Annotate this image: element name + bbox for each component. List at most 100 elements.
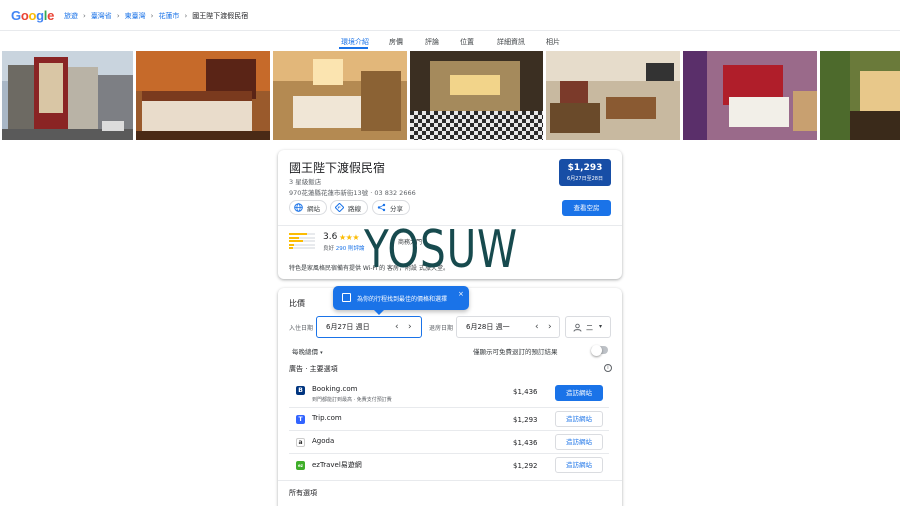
agoda-logo-icon: a <box>296 438 305 447</box>
chevron-right-icon: › <box>150 12 154 20</box>
person-icon <box>573 323 582 332</box>
tab-prices[interactable]: 房價 <box>389 37 403 47</box>
hotel-address: 970花蓮縣花蓮市新街13號 · 03 832 2666 <box>289 189 416 197</box>
share-button[interactable]: 分享 <box>372 200 410 215</box>
checkin-label: 入住日期 <box>289 325 314 332</box>
visit-site-button[interactable]: 造訪網站 <box>555 385 603 401</box>
breadcrumb-taiwan[interactable]: 臺灣省 <box>91 11 112 21</box>
rating-word: 良好 <box>323 246 335 252</box>
chevron-right-icon[interactable]: › <box>548 322 552 332</box>
check-rooms-button[interactable]: 查看空房 <box>562 200 611 216</box>
tab-reviews[interactable]: 評論 <box>425 37 439 47</box>
provider-price: $1,292 <box>513 462 538 470</box>
calendar-icon <box>342 293 351 302</box>
all-options-title: 所有選項 <box>289 489 317 497</box>
chevron-left-icon[interactable]: ‹ <box>535 322 539 332</box>
chevron-right-icon: › <box>83 12 86 20</box>
directions-label: 路線 <box>348 204 361 213</box>
trip-logo-icon: T <box>296 415 305 424</box>
guests-value: 二 <box>586 324 593 332</box>
photo-room-1[interactable] <box>136 51 270 140</box>
directions-button[interactable]: 路線 <box>330 200 368 215</box>
share-label: 分享 <box>390 204 403 213</box>
google-logo[interactable]: Google <box>11 8 54 23</box>
provider-price: $1,436 <box>513 388 538 396</box>
breadcrumb: 旅遊 › 臺灣省 › 東臺灣 › 花蓮市 › 國王陛下渡假民宿 <box>64 11 248 21</box>
info-icon[interactable]: i <box>604 364 612 372</box>
globe-icon <box>294 203 303 212</box>
photo-strip <box>0 51 900 140</box>
checkin-value: 6月27日 週日 <box>326 323 370 331</box>
tab-details[interactable]: 詳細資訊 <box>497 37 525 47</box>
watermark: YOSUW <box>364 220 518 280</box>
caret-down-icon: ▾ <box>320 350 323 356</box>
free-cancel-label: 僅顯示可免費退訂的預訂結果 <box>473 348 558 356</box>
website-label: 網站 <box>307 204 320 213</box>
tab-photos[interactable]: 相片 <box>546 37 560 47</box>
provider-row[interactable]: B Booking.com 到門都能訂到最高 · 免費支付預訂費 $1,436 … <box>289 380 609 406</box>
checkout-label: 退房日期 <box>429 325 454 332</box>
checkin-field[interactable]: 6月27日 週日 ‹ › <box>316 316 422 338</box>
visit-site-button[interactable]: 造訪網站 <box>555 434 603 450</box>
review-summary: 良好 290 則評論 <box>323 244 365 252</box>
directions-icon <box>335 203 344 212</box>
photo-room-2[interactable] <box>546 51 680 140</box>
caret-down-icon: ▾ <box>599 323 603 330</box>
hotel-tabs: 環境介紹 房價 評論 位置 詳細資訊 相片 <box>0 37 900 50</box>
breadcrumb-current: 國王陛下渡假民宿 <box>192 12 249 20</box>
price-badge[interactable]: $1,293 6月27日至28日 <box>559 159 611 186</box>
checkout-field[interactable]: 6月28日 週一 ‹ › <box>456 316 560 338</box>
breadcrumb-east-taiwan[interactable]: 東臺灣 <box>125 11 146 21</box>
hotel-class: 3 星級飯店 <box>289 178 322 186</box>
provider-row[interactable]: ez ezTravel易遊網 $1,292 造訪網站 <box>289 455 609 479</box>
tab-overview[interactable]: 環境介紹 <box>341 37 369 47</box>
checkout-value: 6月28日 週一 <box>466 323 510 331</box>
chevron-right-icon: › <box>184 12 188 20</box>
tab-location[interactable]: 位置 <box>460 37 474 47</box>
photo-exterior[interactable] <box>2 51 133 140</box>
booking-logo-icon: B <box>296 386 305 395</box>
star-icon: ★★★ <box>339 233 360 242</box>
price-tooltip: 為你的行程找到最佳的價格和選擇 × <box>333 286 469 315</box>
nightly-price-dropdown[interactable]: 每晚總價 ▾ <box>292 346 323 356</box>
ads-section-title: 廣告 · 主要選項 <box>289 365 338 373</box>
nightly-price-label: 每晚總價 <box>292 348 318 356</box>
provider-name: Agoda <box>312 437 335 445</box>
row-divider <box>289 453 609 454</box>
chevron-right-icon[interactable]: › <box>408 322 412 332</box>
close-icon[interactable]: × <box>458 290 464 298</box>
hotel-name: 國王陛下渡假民宿 <box>289 161 386 175</box>
top-bar: Google 旅遊 › 臺灣省 › 東臺灣 › 花蓮市 › 國王陛下渡假民宿 <box>0 0 900 31</box>
chevron-left-icon[interactable]: ‹ <box>395 322 399 332</box>
provider-name: Trip.com <box>312 414 342 422</box>
tooltip-arrow <box>374 310 384 315</box>
reviews-link[interactable]: 290 則評論 <box>336 246 365 252</box>
visit-site-button[interactable]: 造訪網站 <box>555 411 603 427</box>
website-button[interactable]: 網站 <box>289 200 327 215</box>
active-tab-indicator <box>339 47 368 49</box>
photo-bathroom[interactable] <box>273 51 407 140</box>
price-section-title: 比價 <box>289 299 305 308</box>
breadcrumb-travel[interactable]: 旅遊 <box>64 11 78 21</box>
price-dates: 6月27日至28日 <box>567 176 603 182</box>
photo-spa-room[interactable] <box>410 51 543 140</box>
provider-price: $1,436 <box>513 439 538 447</box>
row-divider <box>289 407 609 408</box>
row-divider <box>289 430 609 431</box>
price-value: $1,293 <box>567 163 603 173</box>
guests-select[interactable]: 二 ▾ <box>565 316 611 338</box>
free-cancel-toggle[interactable] <box>591 344 608 356</box>
provider-price: $1,293 <box>513 416 538 424</box>
photo-room-4[interactable] <box>820 51 900 140</box>
section-divider <box>278 480 622 481</box>
eztravel-logo-icon: ez <box>296 461 305 470</box>
breadcrumb-hualien[interactable]: 花蓮市 <box>158 11 179 21</box>
visit-site-button[interactable]: 造訪網站 <box>555 457 603 473</box>
tooltip-text: 為你的行程找到最佳的價格和選擇 <box>357 296 448 303</box>
provider-name: Booking.com <box>312 385 358 393</box>
photo-room-3[interactable] <box>683 51 817 140</box>
rating-distribution <box>289 233 315 251</box>
rating-score: 3.6 <box>323 232 338 242</box>
provider-subtext: 到門都能訂到最高 · 免費支付預訂費 <box>312 397 392 403</box>
chevron-right-icon: › <box>116 12 120 20</box>
